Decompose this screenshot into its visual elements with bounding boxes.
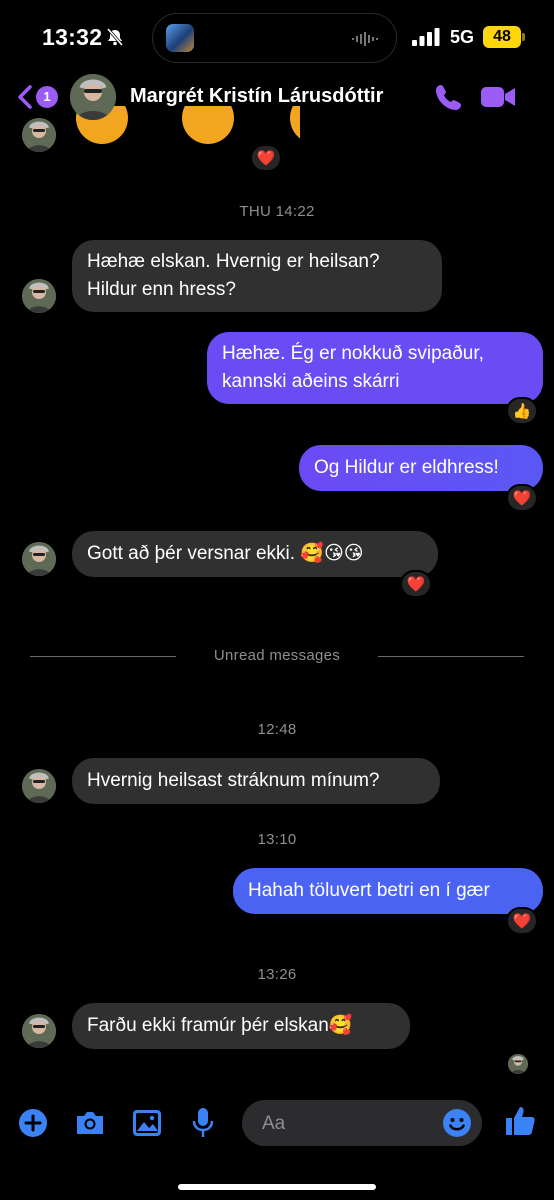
network-type: 5G xyxy=(450,27,475,47)
cellular-signal-icon xyxy=(412,28,440,46)
contact-name[interactable]: Margrét Kristín Lárusdóttir xyxy=(130,85,383,108)
contact-avatar[interactable] xyxy=(22,542,56,576)
contact-avatar[interactable] xyxy=(22,1014,56,1048)
video-camera-icon[interactable] xyxy=(480,84,516,110)
unread-badge[interactable]: 1 xyxy=(36,86,58,108)
image-icon[interactable] xyxy=(132,1109,162,1137)
message-line: Hæhæ elskan. Hvernig er heilsan? xyxy=(87,251,380,272)
timestamp: 12:48 xyxy=(257,721,297,738)
plus-icon[interactable] xyxy=(18,1108,48,1138)
back-chevron-icon[interactable] xyxy=(16,84,34,110)
status-time: 13:32 xyxy=(42,24,103,50)
dynamic-island[interactable] xyxy=(152,13,397,63)
bell-muted-icon xyxy=(106,28,124,46)
battery-icon: 48 xyxy=(483,26,521,48)
timestamp: 13:10 xyxy=(257,831,297,848)
audio-wave-icon xyxy=(352,32,378,46)
thumbs-up-icon[interactable] xyxy=(504,1105,536,1137)
microphone-icon[interactable] xyxy=(190,1107,216,1139)
reaction-heart[interactable]: ❤️ xyxy=(506,484,538,512)
home-indicator[interactable] xyxy=(178,1184,376,1190)
incoming-message[interactable]: Hæhæ elskan. Hvernig er heilsan? Hildur … xyxy=(72,240,442,312)
contact-avatar-header[interactable] xyxy=(70,74,116,120)
message-line: Hæhæ. Ég er nokkuð svipaður, xyxy=(222,343,484,364)
message-input-placeholder: Aa xyxy=(262,1113,286,1134)
reaction-heart[interactable]: ❤️ xyxy=(400,570,432,598)
contact-avatar[interactable] xyxy=(22,279,56,313)
camera-icon[interactable] xyxy=(74,1109,106,1137)
chat-header: 1 Margrét Kristín Lárusdóttir xyxy=(0,72,554,124)
message-text: Hahah töluvert betri en í gær xyxy=(248,880,490,901)
reaction-heart[interactable]: ❤️ xyxy=(506,907,538,935)
status-bar: 13:32 5G 48 xyxy=(0,0,554,72)
read-receipt-avatar xyxy=(508,1054,528,1074)
reaction-heart[interactable]: ❤️ xyxy=(250,144,282,172)
timestamp: THU 14:22 xyxy=(239,203,315,220)
message-line: kannski aðeins skárri xyxy=(222,371,400,392)
contact-avatar[interactable] xyxy=(22,769,56,803)
phone-icon[interactable] xyxy=(434,82,464,112)
outgoing-message[interactable]: Hahah töluvert betri en í gær xyxy=(233,868,543,914)
message-text: Og Hildur er eldhress! xyxy=(314,457,499,478)
incoming-message[interactable]: Gott að þér versnar ekki. 🥰😘😘 xyxy=(72,531,438,577)
message-text: Farðu ekki framúr þér elskan🥰 xyxy=(87,1015,353,1036)
message-text: Hvernig heilsast stráknum mínum? xyxy=(87,770,380,791)
message-line: Hildur enn hress? xyxy=(87,279,236,300)
message-text: Gott að þér versnar ekki. 🥰😘😘 xyxy=(87,543,364,564)
timestamp: 13:26 xyxy=(257,966,297,983)
outgoing-message[interactable]: Hæhæ. Ég er nokkuð svipaður, kannski aðe… xyxy=(207,332,543,404)
incoming-message[interactable]: Hvernig heilsast stráknum mínum? xyxy=(72,758,440,804)
incoming-message[interactable]: Farðu ekki framúr þér elskan🥰 xyxy=(72,1003,410,1049)
emoji-icon[interactable] xyxy=(442,1108,472,1138)
outgoing-message[interactable]: Og Hildur er eldhress! xyxy=(299,445,543,491)
divider-line-right xyxy=(378,656,524,657)
message-composer: Aa xyxy=(0,1094,554,1154)
reaction-thumbs-up[interactable]: 👍 xyxy=(506,397,538,425)
battery-tip xyxy=(522,33,525,41)
message-input[interactable]: Aa xyxy=(242,1100,482,1146)
island-app-icon xyxy=(166,24,194,52)
